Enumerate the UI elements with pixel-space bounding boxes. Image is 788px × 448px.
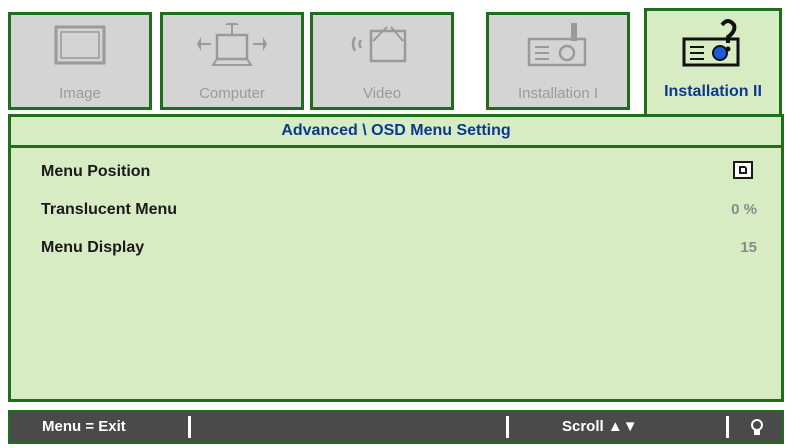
menu-item-label: Menu Position xyxy=(41,163,151,180)
divider xyxy=(726,416,729,438)
computer-icon xyxy=(197,23,267,66)
lightbulb-icon xyxy=(751,419,763,435)
tab-installation-2-label: Installation II xyxy=(664,83,762,100)
status-bar: Menu = Exit Scroll ▲▼ xyxy=(8,410,784,444)
menu-item-menu-display[interactable]: Menu Display 15 xyxy=(11,233,781,263)
tab-installation-1-label: Installation I xyxy=(517,85,599,102)
menu-item-value: 0 % xyxy=(731,201,757,218)
scroll-hint: Scroll ▲▼ xyxy=(562,418,638,435)
menu-item-label: Translucent Menu xyxy=(41,201,178,218)
tab-computer[interactable]: Computer xyxy=(160,12,304,110)
tab-installation-2[interactable]: Installation II xyxy=(644,8,782,118)
menu-item-label: Menu Display xyxy=(41,239,145,256)
menu-item-menu-position[interactable]: Menu Position xyxy=(11,157,781,187)
projector-icon xyxy=(682,19,740,67)
menu-item-value: 15 xyxy=(740,239,757,256)
divider xyxy=(188,416,191,438)
installation-icon xyxy=(527,23,587,67)
menu-item-translucent-menu[interactable]: Translucent Menu 0 % xyxy=(11,195,781,225)
exit-hint: Menu = Exit xyxy=(42,418,126,435)
divider xyxy=(506,416,509,438)
tab-video[interactable]: Video xyxy=(310,12,454,110)
tab-video-label: Video xyxy=(362,85,402,102)
video-icon xyxy=(351,26,407,63)
page-title: Advanced \ OSD Menu Setting xyxy=(11,117,781,148)
tab-image[interactable]: Image xyxy=(8,12,152,110)
settings-panel: Advanced \ OSD Menu Setting Menu Positio… xyxy=(8,114,784,402)
menu-position-icon[interactable] xyxy=(733,161,753,179)
tab-image-label: Image xyxy=(59,85,101,102)
tab-computer-label: Computer xyxy=(199,85,265,102)
osd-menu: Image Computer Video Installation I Inst… xyxy=(0,0,788,448)
tab-installation-1[interactable]: Installation I xyxy=(486,12,630,110)
image-icon xyxy=(54,25,106,65)
